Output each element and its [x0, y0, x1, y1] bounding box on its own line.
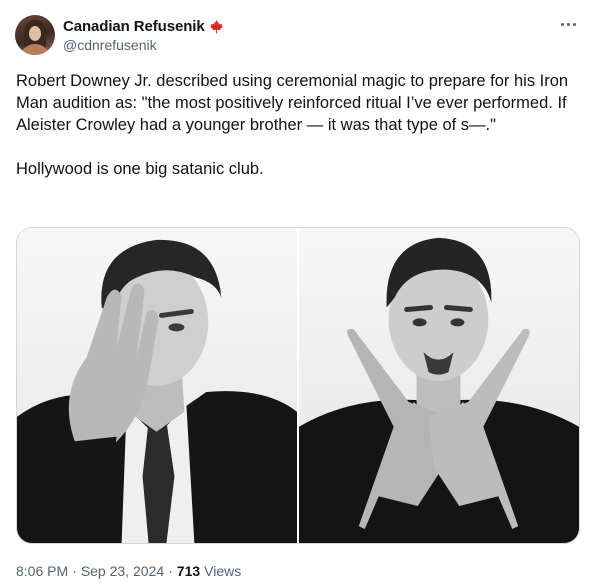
meta-separator: ·	[168, 563, 173, 579]
tweet-meta: 8:06 PM · Sep 23, 2024 · 713 Views	[16, 563, 241, 579]
author-display-name[interactable]: Canadian Refusenik	[63, 18, 205, 35]
media-grid	[16, 227, 580, 544]
photo-left-image	[17, 228, 297, 543]
meta-separator: ·	[72, 563, 77, 579]
tweet-text: Robert Downey Jr. described using ceremo…	[16, 72, 569, 178]
tweet-date[interactable]: Sep 23, 2024	[81, 563, 164, 579]
photo-right-image	[299, 228, 579, 543]
more-dot-icon	[560, 22, 564, 26]
maple-leaf-icon	[209, 19, 223, 33]
more-dot-icon	[572, 22, 576, 26]
photo-right[interactable]	[299, 228, 579, 543]
avatar-face	[29, 26, 41, 41]
tweet-time[interactable]: 8:06 PM	[16, 563, 68, 579]
views-label: Views	[204, 563, 242, 579]
author-name-row: Canadian Refusenik	[63, 16, 224, 36]
tweet-card: Canadian Refusenik @cdnrefusenik Robert …	[0, 0, 595, 587]
photo-left[interactable]	[17, 228, 297, 543]
avatar[interactable]	[15, 15, 55, 55]
views-count: 713	[176, 563, 201, 579]
more-dot-icon	[566, 22, 570, 26]
author-handle[interactable]: @cdnrefusenik	[63, 37, 157, 53]
more-options-button[interactable]	[557, 14, 579, 34]
